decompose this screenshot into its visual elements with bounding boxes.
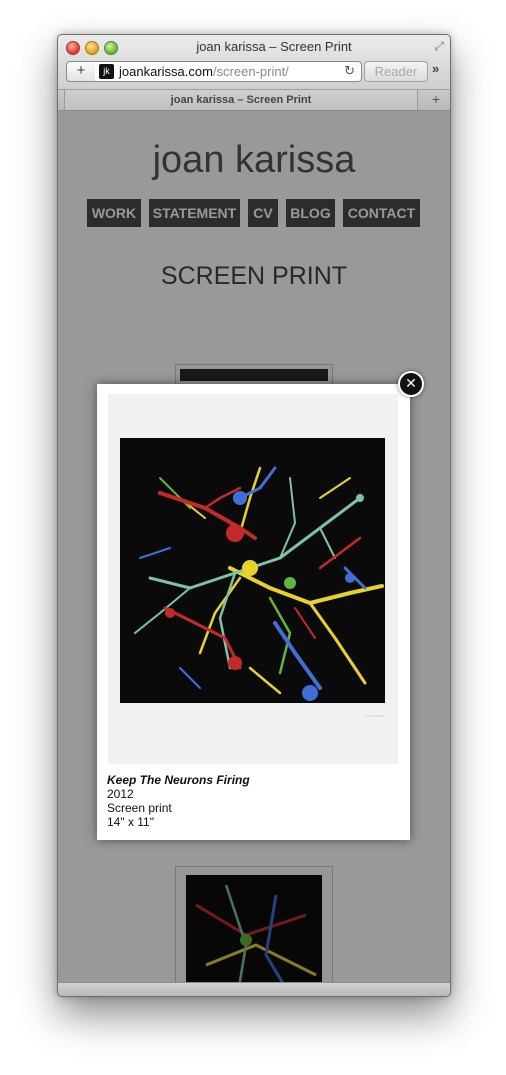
splatter-artwork: [134, 466, 384, 701]
reload-icon[interactable]: ↻: [344, 63, 355, 79]
reader-button[interactable]: Reader: [364, 61, 428, 82]
artwork-caption: Keep The Neurons Firing 2012 Screen prin…: [107, 773, 250, 829]
web-page: joan karissa WORK STATEMENT CV BLOG CONT…: [58, 111, 450, 982]
add-bookmark-button[interactable]: +: [66, 61, 96, 82]
close-icon[interactable]: ✕: [398, 371, 424, 397]
artwork-size: 14" x 11": [107, 815, 154, 829]
fullscreen-icon[interactable]: ⤢: [434, 39, 444, 54]
browser-window: joan karissa – Screen Print ⤢ + jk joank…: [57, 34, 451, 997]
artwork-mat: ~~~~: [108, 394, 398, 764]
artwork-image: [120, 438, 385, 703]
address-bar[interactable]: jk joankarissa.com/screen-print/ ↻: [95, 61, 362, 82]
url-text: joankarissa.com/screen-print/: [119, 64, 289, 79]
url-path: /screen-print/: [212, 64, 289, 79]
status-bar: [58, 982, 450, 996]
chevrons-right-icon[interactable]: »: [432, 61, 439, 76]
close-window-button[interactable]: [66, 41, 80, 55]
toolbar: + jk joankarissa.com/screen-print/ ↻ Rea…: [58, 59, 450, 87]
site-favicon: jk: [99, 64, 114, 79]
tab-current[interactable]: joan karissa – Screen Print: [64, 90, 418, 110]
artwork-title: Keep The Neurons Firing: [107, 773, 250, 787]
lightbox: ~~~~ Keep The Neurons Firing 2012 Screen…: [97, 384, 410, 840]
zoom-window-button[interactable]: [104, 41, 118, 55]
title-bar: joan karissa – Screen Print ⤢ + jk joank…: [58, 35, 450, 90]
window-title: joan karissa – Screen Print: [196, 39, 352, 54]
url-domain: joankarissa.com: [119, 64, 213, 79]
new-tab-icon[interactable]: +: [432, 91, 440, 107]
artwork-medium: Screen print: [107, 801, 172, 815]
plus-icon: +: [76, 62, 86, 79]
minimize-window-button[interactable]: [85, 41, 99, 55]
artist-signature: ~~~~: [365, 712, 384, 721]
artwork-year: 2012: [107, 787, 134, 801]
tab-bar: joan karissa – Screen Print +: [58, 90, 450, 111]
